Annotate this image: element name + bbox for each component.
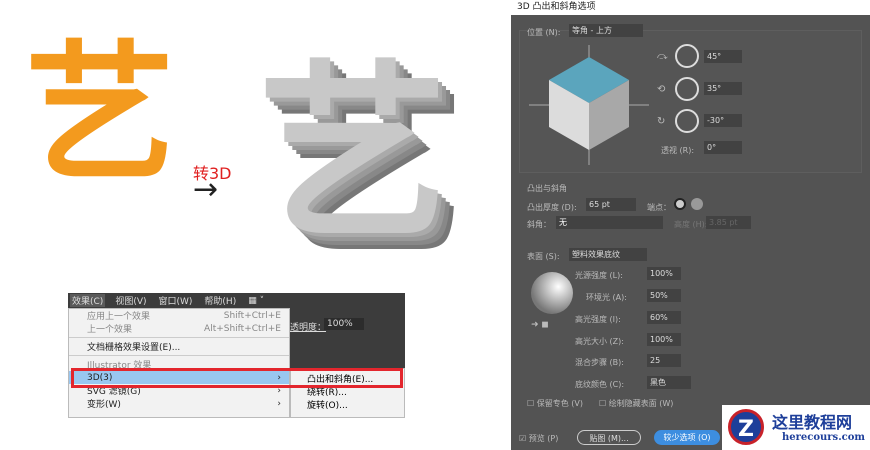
dialog-title: 3D 凸出和斜角选项 xyxy=(511,0,870,15)
rotate-x-dial[interactable] xyxy=(675,44,699,68)
move-light-icon[interactable]: ➜ ◼ xyxy=(531,320,549,330)
menu-item-warp[interactable]: 变形(W) › xyxy=(69,397,289,411)
menu-help[interactable]: 帮助(H) xyxy=(202,294,238,307)
draw-hidden-checkbox[interactable]: ☐ 绘制隐藏表面 (W) xyxy=(599,398,673,409)
perspective-label: 透视 (R): xyxy=(661,146,695,155)
bevel-label: 斜角： xyxy=(527,220,551,229)
effect-menu: 应用上一个效果 Shift+Ctrl+E 上一个效果 Alt+Shift+Ctrl+… xyxy=(68,308,290,418)
highlight-box xyxy=(71,368,403,388)
rotate-x-field[interactable]: 45° xyxy=(704,50,742,63)
menu-item-last-effect[interactable]: 上一个效果 Alt+Shift+Ctrl+E xyxy=(69,322,289,336)
layout-grid-icon[interactable]: ▦ ˅ xyxy=(246,296,266,306)
opacity-label: 透明度： xyxy=(290,323,327,333)
light-intensity-field[interactable]: 100% xyxy=(647,267,681,280)
shade-color-label: 底纹颜色 (C): xyxy=(575,380,625,389)
shade-color-select[interactable]: 黑色 xyxy=(647,376,691,389)
label: 应用上一个效果 xyxy=(87,312,151,322)
rotate-z-icon: ↻ xyxy=(657,116,666,127)
menu-effect[interactable]: 效果(C) xyxy=(70,294,106,307)
light-sphere[interactable] xyxy=(531,272,573,314)
label: 文档栅格效果设置(E)... xyxy=(87,343,181,353)
map-button[interactable]: 贴图 (M)... xyxy=(577,430,641,445)
preview-checkbox[interactable]: ☑ 预览 (P) xyxy=(519,433,558,444)
preserve-spot-checkbox[interactable]: ☐ 保留专色 (V) xyxy=(527,398,583,409)
rotation-cube[interactable] xyxy=(529,45,649,165)
shortcut: Shift+Ctrl+E xyxy=(223,310,281,321)
watermark-url: herecours.com xyxy=(782,432,866,443)
cap-on-button[interactable] xyxy=(674,198,686,210)
arrow-right-icon: → xyxy=(193,172,219,207)
3d-extrude-dialog: 3D 凸出和斜角选项 位置 (N): 等角 - 上方 ⤼ 45° ⟲ 35° ↻… xyxy=(511,0,870,450)
label: 绘制隐藏表面 (W) xyxy=(608,399,674,408)
divider xyxy=(69,337,289,338)
highlight-size-label: 高光大小 (Z): xyxy=(575,337,624,346)
blend-steps-field[interactable]: 25 xyxy=(647,354,681,367)
rotate-z-field[interactable]: -30° xyxy=(704,114,742,127)
submenu-rotate[interactable]: 旋转(O)... xyxy=(291,398,404,411)
highlight-size-field[interactable]: 100% xyxy=(647,333,681,346)
depth-label: 凸出厚度 (D): xyxy=(527,203,577,212)
highlight-intensity-label: 高光强度 (I): xyxy=(575,315,621,324)
position-label: 位置 (N): xyxy=(527,28,561,37)
rotate-y-dial[interactable] xyxy=(675,77,699,101)
position-select[interactable]: 等角 - 上方 xyxy=(569,24,643,37)
menu-bar: 效果(C) 视图(V) 窗口(W) 帮助(H) ▦ ˅ xyxy=(68,293,405,308)
highlight-intensity-field[interactable]: 60% xyxy=(647,311,681,324)
watermark-name: 这里教程网 xyxy=(772,413,853,432)
rotate-y-field[interactable]: 35° xyxy=(704,82,742,95)
blend-steps-label: 混合步骤 (B): xyxy=(575,358,624,367)
label: 变形(W) xyxy=(87,400,121,410)
cap-off-button[interactable] xyxy=(691,198,703,210)
menu-window[interactable]: 窗口(W) xyxy=(157,294,195,307)
cap-label: 端点： xyxy=(647,203,671,212)
rotate-z-dial[interactable] xyxy=(675,109,699,133)
control-toolbar: 透明度： 100% xyxy=(290,308,405,368)
surface-select[interactable]: 塑料效果底纹 xyxy=(569,248,647,261)
menu-item-raster-settings[interactable]: 文档栅格效果设置(E)... xyxy=(69,340,289,353)
shortcut: Alt+Shift+Ctrl+E xyxy=(204,323,281,334)
label: 预览 (P) xyxy=(528,434,559,443)
menu-item-apply-last[interactable]: 应用上一个效果 Shift+Ctrl+E xyxy=(69,309,289,323)
watermark: Z 这里教程网 herecours.com xyxy=(722,405,870,450)
orange-art-glyph: 艺 xyxy=(25,28,176,202)
light-intensity-label: 光源强度 (L): xyxy=(575,271,623,280)
ambient-label: 环境光 (A): xyxy=(586,293,627,302)
rotate-x-icon: ⤼ xyxy=(657,51,668,62)
perspective-field[interactable]: 0° xyxy=(704,141,742,154)
menu-view[interactable]: 视图(V) xyxy=(113,294,148,307)
watermark-logo: Z xyxy=(728,409,764,445)
opacity-field[interactable]: 100% xyxy=(324,318,364,330)
bevel-select[interactable]: 无 xyxy=(556,216,663,229)
label: 上一个效果 xyxy=(87,325,133,335)
height-label: 高度 (H): xyxy=(674,220,708,229)
3d-extruded-glyph: 艺 xyxy=(258,44,449,265)
chevron-right-icon: › xyxy=(277,398,281,409)
label: 保留专色 (V) xyxy=(536,399,583,408)
ambient-field[interactable]: 50% xyxy=(647,289,681,302)
extrude-group-label: 凸出与斜角 xyxy=(527,184,567,193)
divider xyxy=(69,355,289,356)
surface-label: 表面 (S): xyxy=(527,252,560,261)
fewer-options-button[interactable]: 较少选项 (O) xyxy=(654,430,720,445)
depth-field[interactable]: 65 pt xyxy=(586,198,636,211)
rotate-y-icon: ⟲ xyxy=(657,84,666,95)
height-field[interactable]: 3.85 pt xyxy=(706,216,751,229)
